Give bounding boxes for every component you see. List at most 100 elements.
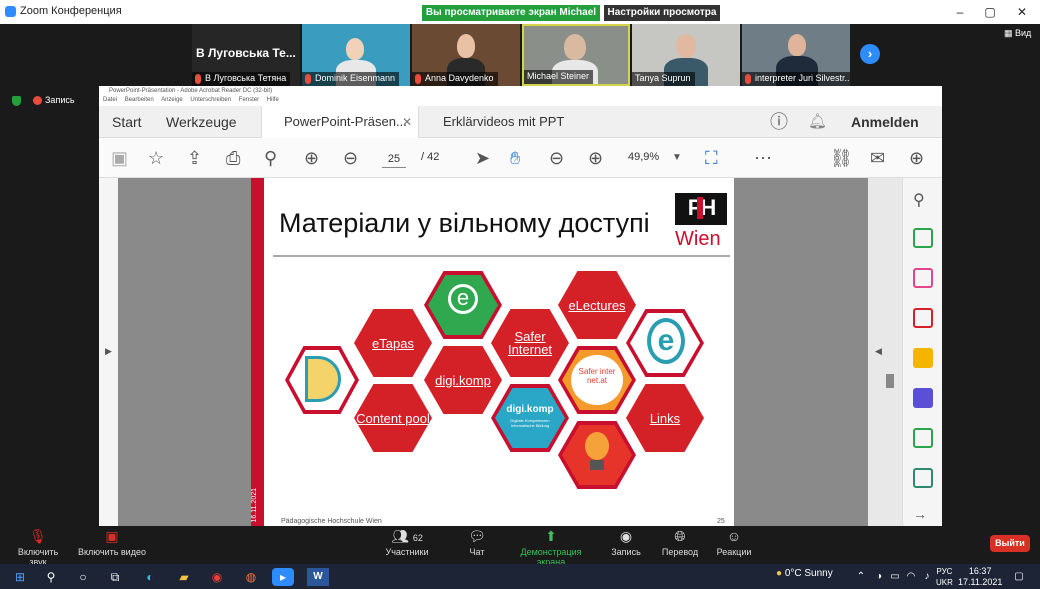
menu-anzeige[interactable]: Anzeige [161,97,183,103]
tab-tools[interactable]: Werkzeuge [166,106,237,138]
start-video-button[interactable]: ▣ Включить видео [78,526,146,557]
save-icon[interactable]: ▣ [111,148,128,168]
tab-document-2[interactable]: Erklärvideos mit PPT [443,106,564,138]
search-icon[interactable]: ⚲ [40,568,62,586]
zoom-dropdown-icon[interactable]: ▼ [672,148,682,168]
menu-unterschreiben[interactable]: Unterschreiben [190,97,231,103]
leave-button[interactable]: Выйти [990,535,1030,552]
cortana-icon[interactable]: ○ [72,568,94,586]
participants-button[interactable]: 👥︎ 62 Участники [383,526,431,557]
view-button[interactable]: ▦ Вид [1004,28,1031,39]
signin-button[interactable]: Anmelden [851,106,919,138]
tab-start[interactable]: Start [112,106,142,138]
hex-safer-internet[interactable]: Safer Internet [491,309,569,377]
chat-button[interactable]: 💬︎ Чат [462,526,492,557]
windows-start-icon[interactable]: ⊞ [9,568,31,586]
organize-pages-icon[interactable] [913,268,933,288]
share-screen-icon: ⬆ [545,528,557,544]
page-number-input[interactable]: 25 [382,150,406,168]
minimize-button[interactable]: – [945,2,975,22]
zoom-search-icon[interactable]: ⚲ [913,190,933,210]
cursor-icon[interactable]: ➤ [475,148,490,168]
elearning-e-icon: e [647,318,685,364]
notification-icon[interactable]: ▢ [1008,568,1030,586]
next-participants-button[interactable]: › [860,44,880,64]
page-up-icon[interactable]: ⊕ [304,148,319,168]
compress-icon[interactable] [913,428,933,448]
page-down-icon[interactable]: ⊖ [343,148,358,168]
word-icon[interactable]: W [307,568,329,586]
add-user-icon[interactable]: ⊕ [909,148,924,168]
slide-rule [273,255,730,257]
maximize-button[interactable]: ▢ [975,2,1005,22]
task-view-icon[interactable]: ⧉ [104,568,126,586]
translate-button[interactable]: 🌐︎ Перевод [660,526,700,557]
participant-tile[interactable]: Anna Davydenko [412,24,520,86]
hex-content-pool[interactable]: Content pool [354,384,432,452]
security-shield-icon[interactable] [12,96,21,106]
eduthek-e-icon: e [448,284,478,314]
file-explorer-icon[interactable]: ▰ [173,568,195,586]
participant-tile[interactable]: Tanya Suprun [632,24,740,86]
export-pdf-icon[interactable] [913,228,933,248]
tab-close-icon[interactable]: ✕ [402,106,412,138]
upload-icon[interactable]: ⇪ [187,148,202,168]
help-icon[interactable]: ⓘ [770,106,788,138]
participant-tile[interactable]: Dominik Eisenmann [302,24,410,86]
person-avatar [564,34,586,60]
record-button[interactable]: ◉ Запись [608,526,644,557]
reactions-button[interactable]: ☺ Реакции [714,526,754,557]
weather-widget[interactable]: ● 0°C Sunny [776,568,833,579]
zoom-taskbar-icon[interactable]: ▸ [272,568,294,586]
star-icon[interactable]: ☆ [148,148,164,168]
chrome-icon[interactable]: ◉ [206,568,228,586]
menu-datei[interactable]: Datei [103,97,117,103]
view-options-button[interactable]: Настройки просмотра ⌄ [604,5,720,34]
expand-left-icon[interactable]: ▶ [105,346,112,357]
print-icon[interactable]: ⎙ [226,148,240,168]
hex-etapas[interactable]: eTapas [354,309,432,377]
participant-tile[interactable]: В Луговська Те... В Луговська Тетяна [192,24,300,86]
edge-icon[interactable]: ◐ [139,568,161,586]
share-link-icon[interactable]: ⛓ [830,148,853,168]
more-icon[interactable]: ⋯ [754,148,772,168]
unmute-button[interactable]: 🎙︎ Включить звук [8,526,68,567]
panel-arrow-icon[interactable]: → [913,506,933,526]
zoom-level[interactable]: 49,9% [628,151,659,163]
volume-icon[interactable]: ♪ [916,568,938,586]
participant-tile[interactable]: interpreter Juri Silvestr... [742,24,850,86]
bell-icon[interactable]: 🔔︎ [808,106,827,138]
collapse-panel-icon[interactable]: ◀ [875,346,882,357]
create-pdf-icon[interactable] [913,308,933,328]
language-indicator[interactable]: РУС UKR [936,566,953,588]
firefox-icon[interactable]: ◍ [240,568,262,586]
zoom-out-icon[interactable]: ⊖ [549,148,564,168]
comment-icon[interactable] [913,348,933,368]
mail-icon[interactable]: ✉ [870,148,885,168]
scrollbar-thumb[interactable] [886,374,894,388]
close-button[interactable]: ✕ [1007,2,1037,22]
menu-fenster[interactable]: Fenster [239,97,259,103]
clock[interactable]: 16:37 17.11.2021 [958,566,1002,588]
hex-links[interactable]: Links [626,384,704,452]
page-total: / 42 [421,151,440,163]
scroll-area: ◀ [868,178,902,526]
participant-tile-active[interactable]: Michael Steiner [522,24,630,86]
hand-tool-icon[interactable]: ✋︎ [510,148,520,168]
hex-electures[interactable]: eLectures [558,271,636,339]
menu-hilfe[interactable]: Hilfe [267,97,279,103]
window-titlebar: Zoom Конференция Вы просматриваете экран… [0,0,1040,34]
search-icon[interactable]: ⚲ [264,148,277,168]
slide-page-number: 25 [717,518,725,525]
recording-indicator[interactable]: Запись [33,95,75,106]
hex-digikomp[interactable]: digi.komp [424,346,502,414]
menu-bearbeiten[interactable]: Bearbeiten [125,97,154,103]
fit-page-icon[interactable]: ⛶ [705,148,718,168]
muted-mic-icon: 🎙︎ [29,528,47,544]
zoom-in-icon[interactable]: ⊕ [588,148,603,168]
lightbulb-base-icon [590,460,604,470]
combine-files-icon[interactable] [913,388,933,408]
share-screen-button[interactable]: ⬆ Демонстрация экрана [506,526,596,567]
tab-document-active[interactable]: PowerPoint-Präsen... [284,106,407,138]
edit-pdf-icon[interactable] [913,468,933,488]
